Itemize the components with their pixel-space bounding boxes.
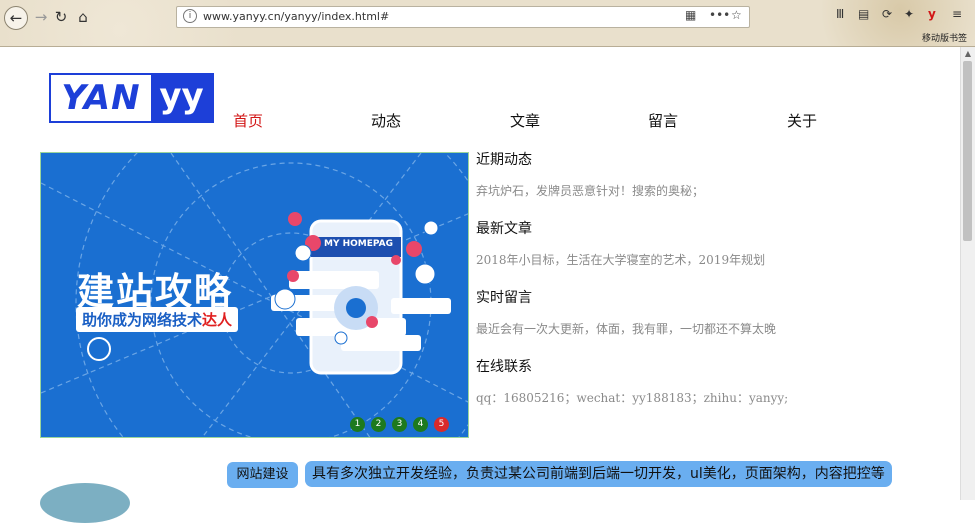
banner-subtitle-highlight: 达人 [202, 311, 233, 329]
reader-view-icon[interactable]: ▤ [858, 7, 869, 25]
nav-item-news[interactable]: 动态 [371, 110, 401, 131]
scroll-up-icon[interactable]: ▲ [961, 47, 975, 61]
nav-item-messages[interactable]: 留言 [648, 110, 678, 131]
banner-carousel[interactable]: MY HOMEPAG 建站攻略 助你成为网络技术达人 1 2 3 4 5 [40, 152, 469, 438]
home-icon: ⌂ [78, 8, 88, 26]
back-arrow-icon: ← [9, 9, 23, 27]
section-text-contact: qq：16805216；wechat：yy188183；zhihu：yanyy; [476, 391, 789, 405]
logo-right-text: yy [159, 76, 204, 116]
carousel-dot-5[interactable]: 5 [434, 417, 449, 432]
section-title-contact: 在线联系 [476, 359, 532, 375]
site-info-icon[interactable]: i [183, 9, 197, 23]
vertical-scrollbar[interactable]: ▲ [960, 47, 975, 500]
carousel-dot-1[interactable]: 1 [350, 417, 365, 432]
experience-description: 具有多次独立开发经验，负责过某公司前端到后端一切开发，ul美化，页面架构，内容把… [305, 461, 892, 487]
phone-label: MY HOMEPAG [324, 239, 394, 249]
forward-button[interactable]: → [30, 6, 52, 28]
bookmark-star-icon[interactable]: ☆ [731, 8, 742, 22]
carousel-pagination: 1 2 3 4 5 [350, 417, 449, 432]
back-button[interactable]: ← [4, 6, 28, 30]
forward-arrow-icon: → [34, 8, 48, 26]
page-actions-icon[interactable]: ••• [709, 8, 730, 22]
section-title-live-messages: 实时留言 [476, 290, 532, 306]
section-text-latest-articles[interactable]: 2018年小目标，生活在大学寝室的艺术，2019年规划 [476, 251, 765, 268]
home-button[interactable]: ⌂ [72, 6, 94, 28]
logo-left-text: YAN [51, 75, 151, 121]
carousel-dot-3[interactable]: 3 [392, 417, 407, 432]
site-logo[interactable]: YAN yy [49, 73, 214, 123]
url-text[interactable]: www.yanyy.cn/yanyy/index.html# [203, 10, 389, 23]
browser-toolbar: ← → ↻ ⌂ i www.yanyy.cn/yanyy/index.html#… [0, 0, 975, 47]
hand-pointer-icon [87, 337, 111, 361]
decorative-image [40, 483, 130, 523]
carousel-dot-2[interactable]: 2 [371, 417, 386, 432]
extension-icon[interactable]: ✦ [904, 7, 914, 25]
address-bar[interactable]: i www.yanyy.cn/yanyy/index.html# ▦ ••• ☆ [176, 6, 750, 28]
section-text-recent-news[interactable]: 弃坑炉石，发牌员恶意针对！搜索的奥秘； [476, 182, 704, 199]
carousel-dot-4[interactable]: 4 [413, 417, 428, 432]
section-title-recent-news: 近期动态 [476, 152, 532, 168]
reload-button[interactable]: ↻ [50, 6, 72, 28]
yandex-icon[interactable]: y [928, 7, 936, 25]
website-building-tag[interactable]: 网站建设 [227, 462, 298, 488]
scrollbar-thumb[interactable] [963, 61, 972, 241]
section-text-live-messages[interactable]: 最近会有一次大更新，体面，我有罪，一切都还不算太晚 [476, 320, 776, 337]
section-title-latest-articles: 最新文章 [476, 221, 532, 237]
banner-subtitle: 助你成为网络技术达人 [76, 307, 239, 332]
qr-code-icon[interactable]: ▦ [685, 8, 696, 22]
library-icon[interactable]: Ⅲ [836, 7, 844, 25]
nav-item-about[interactable]: 关于 [787, 110, 817, 131]
mobile-bookmarks-link[interactable]: 移动版书签 [922, 31, 967, 44]
banner-subtitle-main: 助你成为网络技术 [82, 311, 203, 329]
sync-icon[interactable]: ⟳ [882, 7, 892, 25]
nav-item-articles[interactable]: 文章 [510, 110, 540, 131]
nav-item-home[interactable]: 首页 [233, 110, 263, 131]
menu-icon[interactable]: ≡ [952, 7, 962, 25]
reload-icon: ↻ [54, 8, 68, 26]
